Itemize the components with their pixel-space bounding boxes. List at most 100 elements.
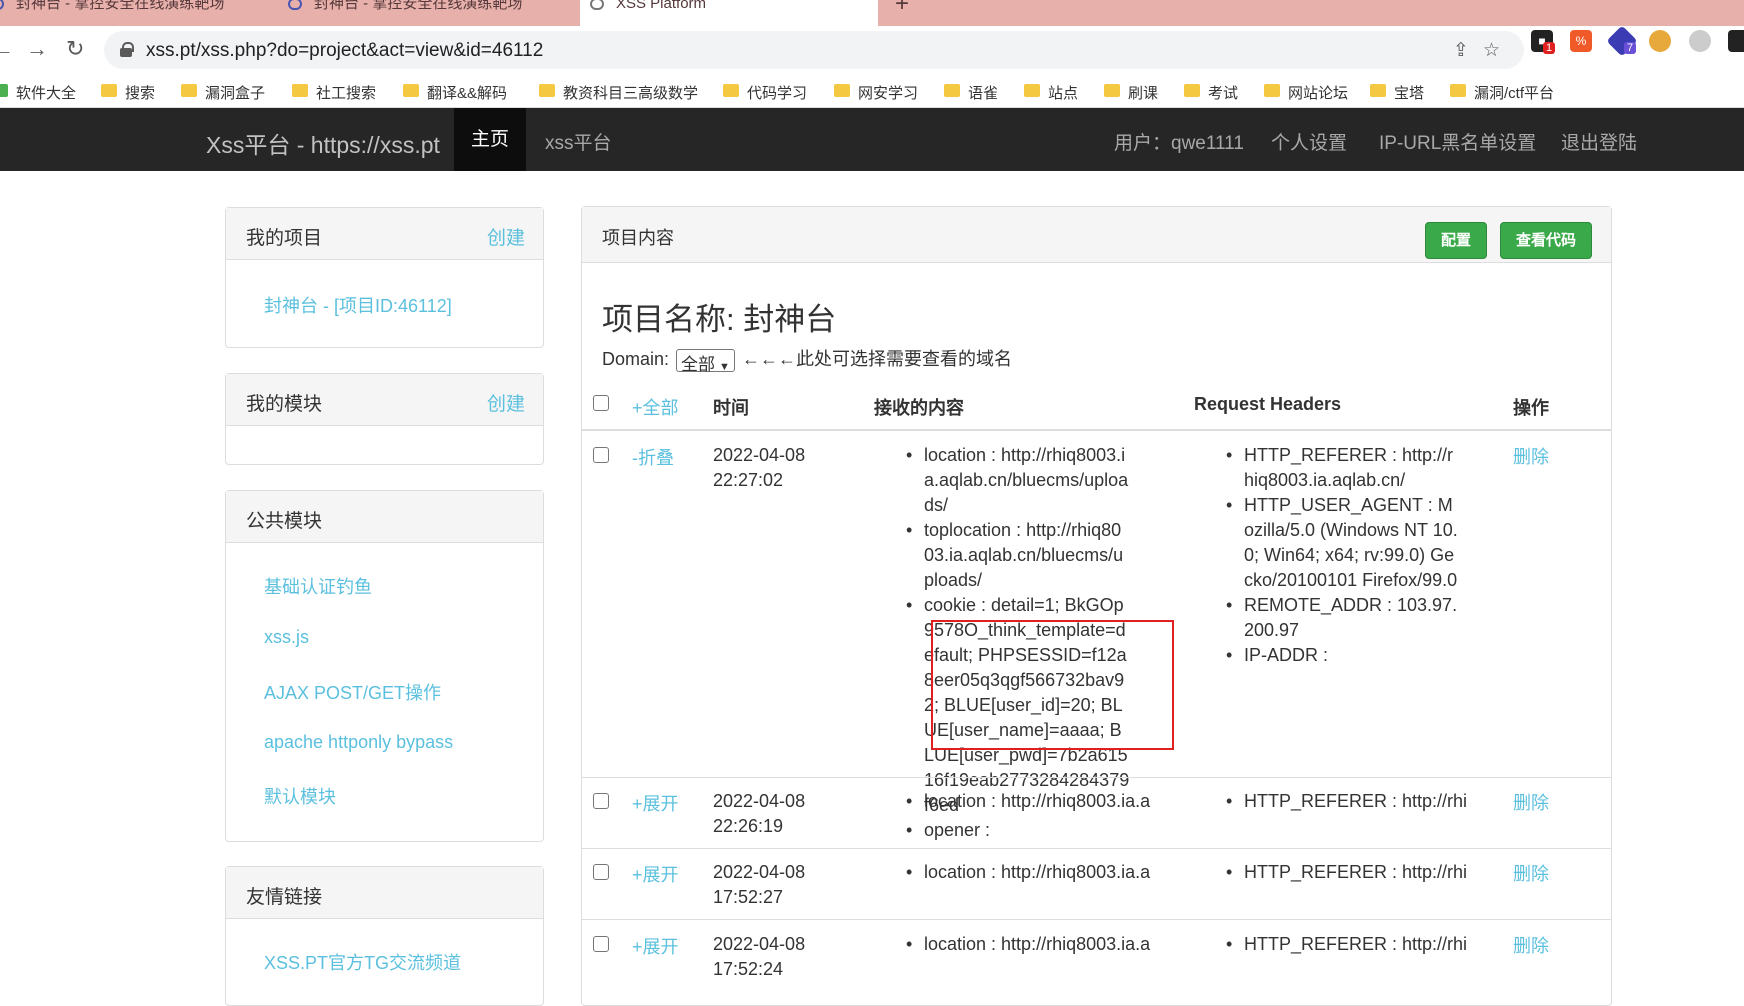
url-field[interactable]: xss.pt/xss.php?do=project&act=view&id=46… [104,31,1524,69]
nav-xss-platform[interactable]: xss平台 [545,128,612,155]
bookmark-item[interactable]: 刷课 [1104,82,1158,103]
extension-icon[interactable] [1689,30,1711,52]
list-item: location : http://rhiq8003.ia.a [900,860,1160,885]
panel-title: 我的模块 [246,394,323,415]
module-link[interactable]: xss.js [264,627,309,648]
browser-tab[interactable]: 封神台 - 掌控安全在线演练靶场 × [278,0,576,26]
divider [582,429,1611,431]
bookmark-item[interactable]: 网站论坛 [1264,82,1348,103]
expand-link[interactable]: +展开 [632,790,679,816]
back-icon[interactable]: ← [0,36,14,62]
collapse-link[interactable]: -折叠 [632,444,674,470]
folder-icon [1184,84,1200,97]
folder-icon [944,84,960,97]
module-link[interactable]: 默认模块 [264,783,336,809]
list-item: location : http://rhiq8003.ia.a [900,932,1160,957]
bookmark-item[interactable]: 漏洞盒子 [181,82,265,103]
module-link[interactable]: apache httponly bypass [264,732,453,753]
nav-logout[interactable]: 退出登陆 [1561,128,1637,155]
list-item: HTTP_REFERER : http://rhi [1220,860,1480,885]
friend-link[interactable]: XSS.PT官方TG交流频道 [264,949,461,975]
select-all-checkbox[interactable] [593,395,609,411]
row-checkbox[interactable] [593,447,609,463]
create-module-link[interactable]: 创建 [487,389,525,416]
expand-link[interactable]: +展开 [632,861,679,887]
bookmark-item[interactable]: 社工搜索 [292,82,376,103]
create-project-link[interactable]: 创建 [487,223,525,250]
list-item: toplocation : http://rhiq8003.ia.aqlab.c… [900,518,1130,593]
shield-icon [0,0,4,10]
extension-icon[interactable]: % [1570,30,1592,52]
bookmark-item[interactable]: 漏洞/ctf平台 [1450,82,1554,103]
bookmark-item[interactable]: 翻译&&解码 [403,82,507,103]
list-item: HTTP_REFERER : http://rhi [1220,789,1480,814]
list-item: REMOTE_ADDR : 103.97.200.97 [1220,593,1460,643]
bookmark-item[interactable]: 教资科目三高级数学 [539,82,698,103]
expand-all-link[interactable]: +全部 [632,394,679,420]
tab-title: XSS Platform [616,0,707,12]
domain-label: Domain: [602,349,670,369]
nav-home[interactable]: 主页 [454,108,526,171]
received-content-list: location : http://rhiq8003.ia.a [900,789,1160,814]
divider [582,848,1611,849]
bookmark-item[interactable]: 代码学习 [723,82,807,103]
puzzle-icon[interactable] [1728,30,1744,52]
panel-public-modules: 公共模块 基础认证钓鱼 xss.js AJAX POST/GET操作 apach… [225,490,544,842]
delete-link[interactable]: 删除 [1513,932,1549,958]
bookmark-item[interactable]: 站点 [1024,82,1078,103]
row-checkbox[interactable] [593,793,609,809]
domain-hint: ←←←此处可选择需要查看的域名 [741,349,1012,369]
folder-icon [1450,84,1466,97]
cookie-icon[interactable] [1649,30,1671,52]
project-name: 项目名称: 封神台 [602,302,837,337]
bookmark-item[interactable]: 语雀 [944,82,998,103]
row-checkbox[interactable] [593,936,609,952]
delete-link[interactable]: 删除 [1513,789,1549,815]
forward-icon[interactable]: → [26,36,48,62]
list-item: HTTP_USER_AGENT : Mozilla/5.0 (Windows N… [1220,493,1460,593]
panel-header: 我的模块 创建 [226,374,543,426]
share-star-icons[interactable]: ⇪☆ [1453,39,1514,62]
config-button[interactable]: 配置 [1425,222,1487,259]
nav-user[interactable]: 用户：qwe1111 [1114,128,1244,155]
bookmark-item[interactable]: 考试 [1184,82,1238,103]
view-code-button[interactable]: 查看代码 [1500,222,1592,259]
nav-settings[interactable]: 个人设置 [1271,128,1347,155]
site-brand[interactable]: Xss平台 - https://xss.pt [206,126,440,160]
site-navbar: Xss平台 - https://xss.pt 主页 xss平台 用户：qwe11… [0,108,1744,171]
bookmark-item[interactable]: 软件大全 [0,82,76,103]
column-header-action: 操作 [1513,398,1549,418]
column-header-time: 时间 [713,398,749,418]
browser-tab-active[interactable]: XSS Platform × [580,0,878,26]
folder-icon [1264,84,1280,97]
folder-icon [723,84,739,97]
delete-link[interactable]: 删除 [1513,443,1549,469]
panel-title: 友情链接 [246,887,323,908]
browser-tab[interactable]: 封神台 - 掌控安全在线演练靶场 × [0,0,270,26]
extension-badge: 7 [1624,42,1637,54]
extension-badge: 1 [1543,42,1556,54]
row-time: 2022-04-08 22:26:19 [713,791,806,836]
row-checkbox[interactable] [593,864,609,880]
project-link[interactable]: 封神台 - [项目ID:46112] [264,292,452,318]
new-tab-button[interactable]: + [895,0,909,18]
panel-links: 友情链接 XSS.PT官方TG交流频道 [225,866,544,1006]
highlight-box [931,620,1174,750]
divider [582,777,1611,778]
nav-blacklist[interactable]: IP-URL黑名单设置 [1379,128,1536,155]
project-content-panel: 项目内容 配置 查看代码 项目名称: 封神台 Domain: 全部 ▼ ←←←此处… [581,206,1612,1006]
folder-icon [1024,84,1040,97]
module-link[interactable]: 基础认证钓鱼 [264,573,372,599]
bookmark-item[interactable]: 网安学习 [834,82,918,103]
bookmark-item[interactable]: 宝塔 [1370,82,1424,103]
domain-select[interactable]: 全部 ▼ [676,348,735,374]
bookmark-item[interactable]: 搜索 [101,82,155,103]
tab-title: 封神台 - 掌控安全在线演练靶场 [314,0,523,12]
reload-icon[interactable]: ↻ [66,36,84,62]
request-headers-list: HTTP_REFERER : http://rhi [1220,932,1480,957]
folder-icon [181,84,197,97]
module-link[interactable]: AJAX POST/GET操作 [264,679,441,705]
delete-link[interactable]: 删除 [1513,860,1549,886]
browser-tab-bar: 封神台 - 掌控安全在线演练靶场 × 封神台 - 掌控安全在线演练靶场 × XS… [0,0,1744,26]
expand-link[interactable]: +展开 [632,933,679,959]
